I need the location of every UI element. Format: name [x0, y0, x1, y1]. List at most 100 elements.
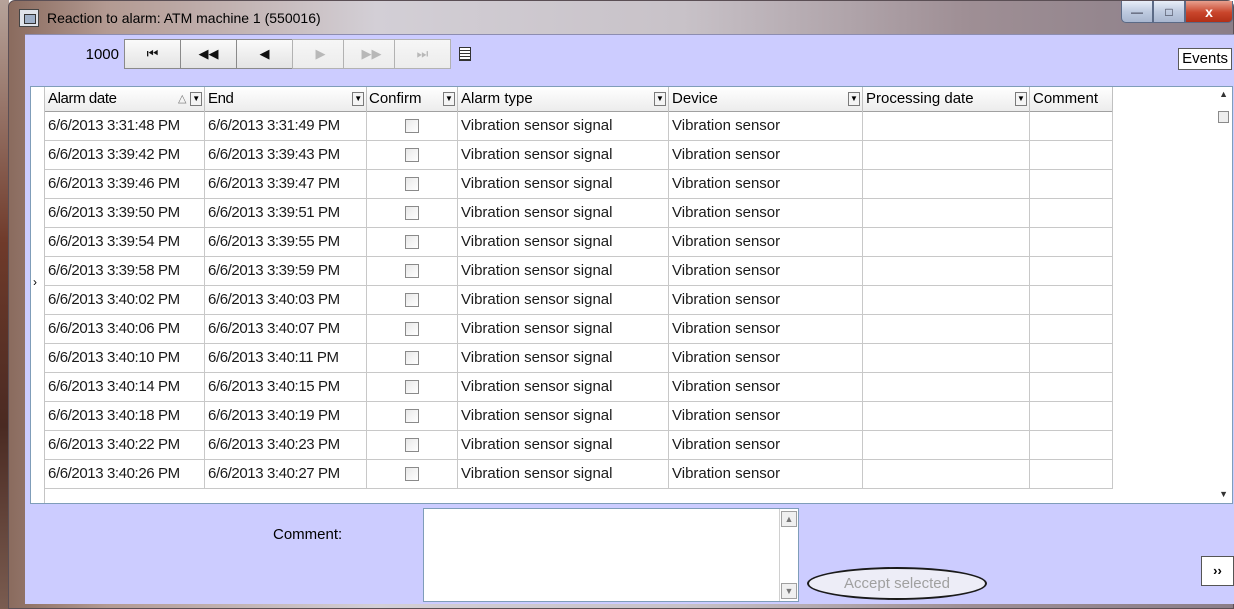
window-title: Reaction to alarm: ATM machine 1 (550016… [47, 10, 321, 26]
row-indicator-column: › [31, 87, 45, 503]
title-bar[interactable]: Reaction to alarm: ATM machine 1 (550016… [9, 1, 1233, 35]
filter-dropdown-icon[interactable]: ▼ [443, 92, 455, 106]
cell-processing-date [863, 286, 1030, 315]
minimize-button[interactable]: — [1121, 1, 1153, 23]
table-row[interactable]: 6/6/2013 3:31:48 PM 6/6/2013 3:31:49 PM Vi… [45, 112, 1113, 141]
cell-confirm [367, 112, 458, 141]
column-header-alarm-date[interactable]: Alarm date △ ▼ [45, 87, 205, 112]
comment-textarea[interactable]: ▲ ▼ [423, 508, 799, 602]
previous-record-button[interactable]: ◀ [236, 39, 293, 69]
table-row[interactable]: 6/6/2013 3:40:10 PM 6/6/2013 3:40:11 PM Vi… [45, 344, 1113, 373]
cell-comment [1030, 315, 1113, 344]
filter-dropdown-icon[interactable]: ▼ [848, 92, 860, 106]
table-row[interactable]: 6/6/2013 3:39:58 PM 6/6/2013 3:39:59 PM Vi… [45, 257, 1113, 286]
cell-processing-date [863, 431, 1030, 460]
column-header-comment[interactable]: Comment [1030, 87, 1113, 112]
filter-dropdown-icon[interactable]: ▼ [352, 92, 364, 106]
cell-confirm [367, 315, 458, 344]
table-body: 6/6/2013 3:31:48 PM 6/6/2013 3:31:49 PM Vi… [45, 112, 1113, 489]
scroll-down-icon[interactable]: ▼ [1219, 489, 1228, 499]
cell-end: 6/6/2013 3:40:15 PM [205, 373, 367, 402]
confirm-checkbox[interactable] [405, 380, 419, 394]
confirm-checkbox[interactable] [405, 206, 419, 220]
cell-processing-date [863, 228, 1030, 257]
comment-scrollbar[interactable]: ▲ ▼ [779, 509, 798, 601]
window-client-area: 1000 ⏮ ◀◀ ◀ ▶ ▶▶ ⏭ Events › Alarm date △ ▼… [25, 34, 1234, 604]
column-header-confirm[interactable]: Confirm ▼ [367, 87, 458, 112]
confirm-checkbox[interactable] [405, 351, 419, 365]
column-header-end[interactable]: End ▼ [205, 87, 367, 112]
confirm-checkbox[interactable] [405, 467, 419, 481]
cell-alarm-date: 6/6/2013 3:39:54 PM [45, 228, 205, 257]
grid-view-icon[interactable] [459, 47, 471, 61]
cell-end: 6/6/2013 3:40:03 PM [205, 286, 367, 315]
cell-alarm-date: 6/6/2013 3:39:46 PM [45, 170, 205, 199]
alarm-table: › Alarm date △ ▼ End ▼ Confirm ▼ Alarm type ▼… [30, 86, 1233, 504]
cell-end: 6/6/2013 3:39:51 PM [205, 199, 367, 228]
scroll-thumb[interactable] [1218, 111, 1229, 123]
confirm-checkbox[interactable] [405, 235, 419, 249]
cell-comment [1030, 257, 1113, 286]
window-app-icon [19, 9, 39, 27]
cell-device: Vibration sensor [669, 170, 863, 199]
first-record-button[interactable]: ⏮ [124, 39, 181, 69]
comment-scroll-down-icon[interactable]: ▼ [781, 583, 797, 599]
confirm-checkbox[interactable] [405, 119, 419, 133]
window-controls: — □ x [1121, 1, 1233, 23]
events-button[interactable]: Events [1178, 48, 1232, 70]
table-row[interactable]: 6/6/2013 3:40:22 PM 6/6/2013 3:40:23 PM Vi… [45, 431, 1113, 460]
column-header-processing-date[interactable]: Processing date ▼ [863, 87, 1030, 112]
cell-alarm-type: Vibration sensor signal [458, 402, 669, 431]
cell-processing-date [863, 373, 1030, 402]
cell-device: Vibration sensor [669, 344, 863, 373]
table-row[interactable]: 6/6/2013 3:40:06 PM 6/6/2013 3:40:07 PM Vi… [45, 315, 1113, 344]
confirm-checkbox[interactable] [405, 148, 419, 162]
cell-alarm-type: Vibration sensor signal [458, 112, 669, 141]
last-record-button[interactable]: ⏭ [394, 39, 451, 69]
table-row[interactable]: 6/6/2013 3:39:42 PM 6/6/2013 3:39:43 PM Vi… [45, 141, 1113, 170]
cell-alarm-type: Vibration sensor signal [458, 141, 669, 170]
column-header-alarm-type[interactable]: Alarm type ▼ [458, 87, 669, 112]
cell-comment [1030, 431, 1113, 460]
table-row[interactable]: 6/6/2013 3:39:54 PM 6/6/2013 3:39:55 PM Vi… [45, 228, 1113, 257]
cell-alarm-type: Vibration sensor signal [458, 460, 669, 489]
table-row[interactable]: 6/6/2013 3:40:18 PM 6/6/2013 3:40:19 PM Vi… [45, 402, 1113, 431]
cell-alarm-date: 6/6/2013 3:40:14 PM [45, 373, 205, 402]
record-count: 1000 [85, 46, 119, 63]
accept-selected-button[interactable]: Accept selected [807, 567, 987, 600]
next-page-button[interactable]: ▶▶ [343, 39, 400, 69]
column-header-device[interactable]: Device ▼ [669, 87, 863, 112]
previous-page-button[interactable]: ◀◀ [180, 39, 237, 69]
table-row[interactable]: 6/6/2013 3:40:02 PM 6/6/2013 3:40:03 PM Vi… [45, 286, 1113, 315]
filter-dropdown-icon[interactable]: ▼ [654, 92, 666, 106]
filter-dropdown-icon[interactable]: ▼ [190, 92, 202, 106]
cell-end: 6/6/2013 3:39:55 PM [205, 228, 367, 257]
confirm-checkbox[interactable] [405, 264, 419, 278]
table-row[interactable]: 6/6/2013 3:40:14 PM 6/6/2013 3:40:15 PM Vi… [45, 373, 1113, 402]
cell-device: Vibration sensor [669, 199, 863, 228]
next-record-button[interactable]: ▶ [292, 39, 349, 69]
confirm-checkbox[interactable] [405, 322, 419, 336]
table-row[interactable]: 6/6/2013 3:39:50 PM 6/6/2013 3:39:51 PM Vi… [45, 199, 1113, 228]
filter-dropdown-icon[interactable]: ▼ [1015, 92, 1027, 106]
table-row[interactable]: 6/6/2013 3:39:46 PM 6/6/2013 3:39:47 PM Vi… [45, 170, 1113, 199]
close-button[interactable]: x [1185, 1, 1233, 23]
cell-device: Vibration sensor [669, 315, 863, 344]
expand-panel-button[interactable]: ›› [1201, 556, 1234, 586]
scroll-up-icon[interactable]: ▲ [1219, 89, 1228, 99]
cell-device: Vibration sensor [669, 373, 863, 402]
cell-comment [1030, 286, 1113, 315]
maximize-button[interactable]: □ [1153, 1, 1185, 23]
table-row[interactable]: 6/6/2013 3:40:26 PM 6/6/2013 3:40:27 PM Vi… [45, 460, 1113, 489]
comment-scroll-up-icon[interactable]: ▲ [781, 511, 797, 527]
confirm-checkbox[interactable] [405, 293, 419, 307]
cell-processing-date [863, 170, 1030, 199]
cell-end: 6/6/2013 3:40:19 PM [205, 402, 367, 431]
cell-alarm-date: 6/6/2013 3:31:48 PM [45, 112, 205, 141]
table-scrollbar[interactable]: ▲ ▼ [1215, 87, 1232, 503]
confirm-checkbox[interactable] [405, 409, 419, 423]
cell-comment [1030, 112, 1113, 141]
cell-device: Vibration sensor [669, 112, 863, 141]
confirm-checkbox[interactable] [405, 177, 419, 191]
confirm-checkbox[interactable] [405, 438, 419, 452]
